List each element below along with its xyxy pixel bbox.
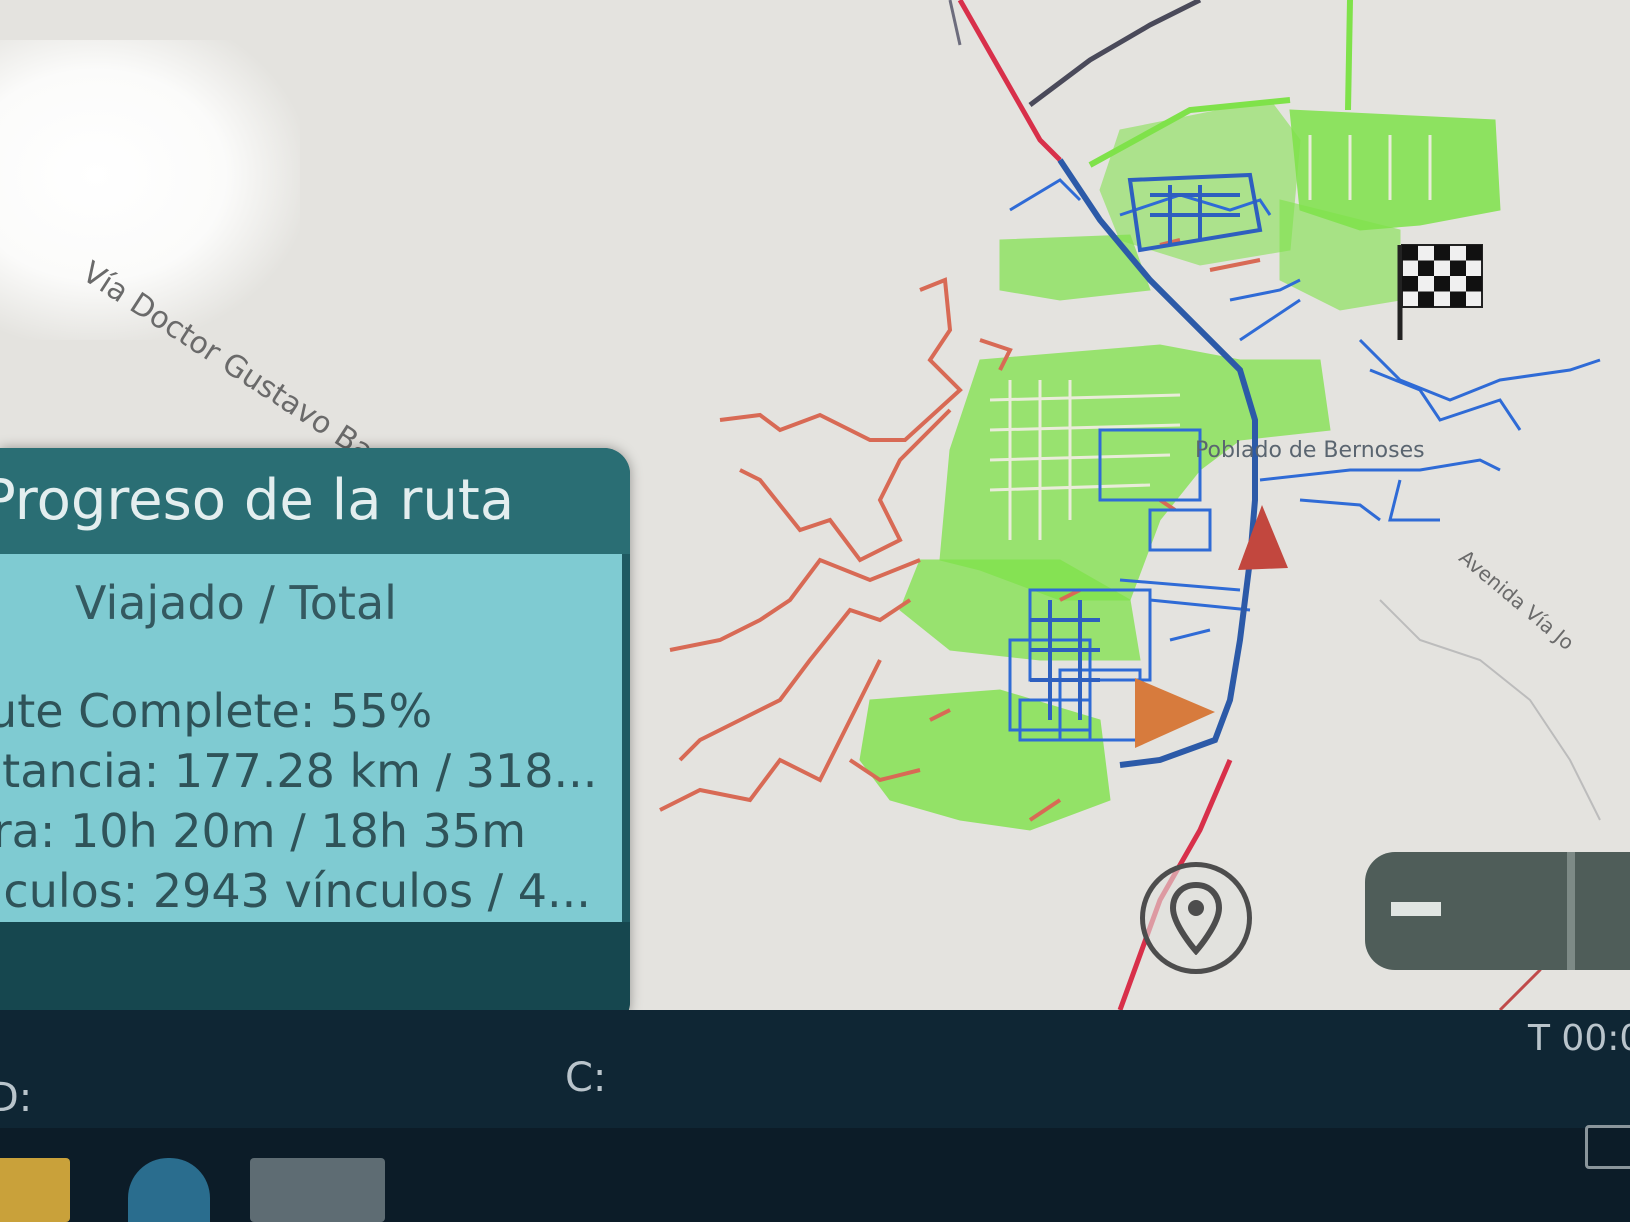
panel-subheading: Viajado / Total [75,576,397,630]
status-bar [0,1010,1630,1130]
location-pin-icon [1169,881,1223,955]
green-road-north [1345,0,1353,111]
zoom-controls [1365,852,1630,970]
taskbar [0,1128,1630,1222]
minus-icon [1391,902,1441,916]
finish-flag-icon[interactable] [1397,244,1483,340]
drive-label-left: D: [0,1075,33,1121]
road-dark-2 [948,0,962,46]
app-icon[interactable] [250,1158,385,1222]
drive-label-c: C: [565,1055,607,1101]
route-progress-panel[interactable]: Progreso de la ruta Viajado / Total Rout… [0,448,630,1028]
locate-button[interactable] [1140,862,1252,974]
time-text: Hora: 10h 20m / 18h 35m [0,804,527,858]
links-text: Vínculos: 2943 vínculos / 4... [0,864,591,918]
route-complete-text: Route Complete: 55% [0,684,433,738]
distance-text: Distancia: 177.28 km / 318... [0,744,598,798]
keyboard-icon[interactable] [1585,1125,1630,1169]
zoom-divider [1567,852,1575,970]
folder-icon[interactable] [0,1158,70,1222]
status-time: T 00:0 [1528,1018,1630,1059]
road-dark [1028,0,1202,107]
panel-title: Progreso de la ruta [0,468,515,533]
main-highway [957,0,1062,162]
current-position-arrow-icon [1238,505,1288,570]
place-label-poblado: Poblado de Bernoses [1195,438,1425,463]
panel-body: Viajado / Total Route Complete: 55% Dist… [0,554,622,922]
zoom-out-button[interactable] [1365,852,1565,970]
panel-header: Progreso de la ruta [0,448,630,554]
vehicle-marker-icon [1135,678,1215,748]
